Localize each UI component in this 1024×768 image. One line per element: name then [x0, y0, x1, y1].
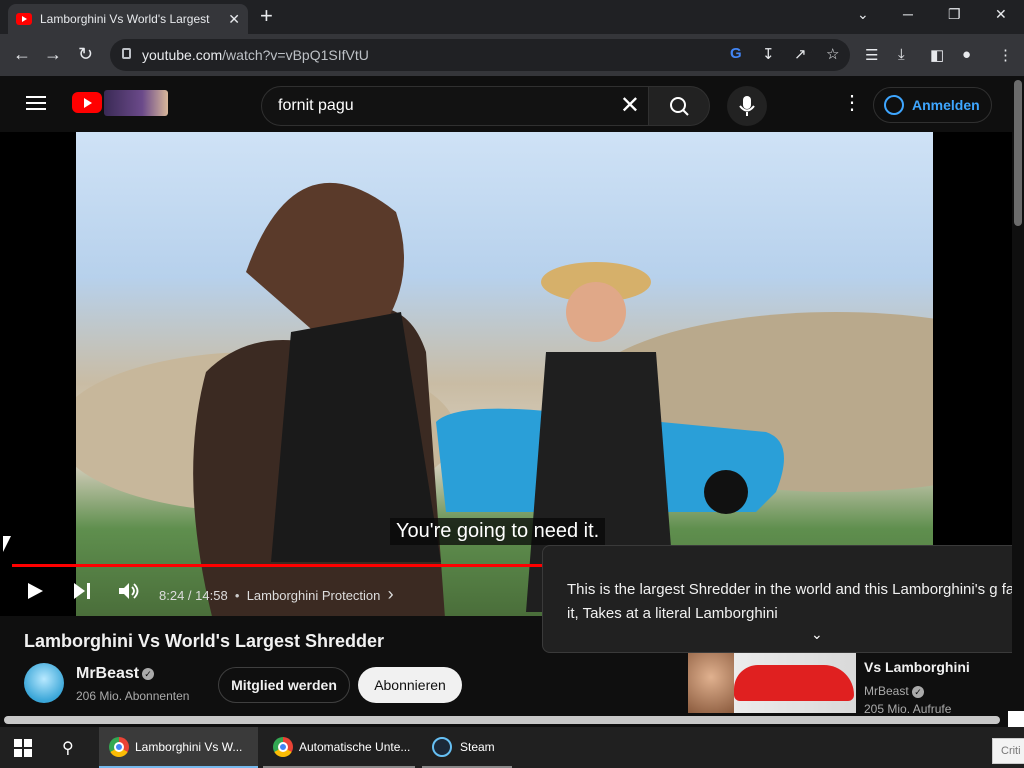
profile-icon[interactable]: ●	[962, 46, 971, 63]
forward-arrow-icon[interactable]: →	[44, 44, 62, 64]
minimize-button[interactable]: ─	[903, 6, 913, 22]
account-icon	[884, 95, 904, 115]
search-input[interactable]: fornit pagu	[278, 97, 354, 115]
windows-taskbar: ⚲ Lamborghini Vs W... Automatische Unte.…	[0, 727, 1024, 768]
mouse-cursor-icon	[3, 536, 11, 552]
chrome-icon	[273, 736, 293, 757]
chapter-chevron-icon[interactable]: ›	[388, 584, 394, 604]
close-window-button[interactable]: ✕	[995, 6, 1007, 23]
taskbar-item-label: Steam	[460, 739, 495, 754]
windows-start-icon[interactable]	[14, 739, 32, 757]
play-button[interactable]	[26, 582, 44, 605]
hamburger-menu-icon[interactable]	[26, 96, 46, 110]
google-lens-icon[interactable]: G	[730, 45, 742, 62]
more-options-icon[interactable]: ⋮	[842, 92, 862, 114]
sign-in-label: Anmelden	[912, 97, 980, 113]
video-title: Lamborghini Vs World's Largest Shredder	[24, 631, 385, 651]
back-arrow-icon[interactable]: ←	[13, 44, 31, 64]
taskbar-item-label: Automatische Unte...	[299, 739, 411, 754]
subscriber-count: 206 Mio. Abonnenten	[76, 689, 190, 703]
expand-chevron-icon[interactable]: ⌄	[811, 626, 823, 643]
tab-close-icon[interactable]: ✕	[228, 11, 240, 28]
volume-button[interactable]	[118, 582, 140, 605]
restore-button[interactable]: ❐	[948, 6, 961, 23]
youtube-header: fornit pagu ✕ ⋮ Anmelden	[0, 76, 1012, 132]
chrome-menu-icon[interactable]: ⋮	[998, 46, 1013, 64]
tab-title: Lamborghini Vs World's Largest	[40, 12, 210, 26]
time-display: 8:24 / 14:58 • Lamborghini Protection ›	[159, 584, 394, 604]
new-tab-button[interactable]: +	[260, 5, 273, 27]
recommended-title[interactable]: Vs Lamborghini	[864, 659, 970, 675]
chrome-icon	[109, 736, 129, 757]
lock-icon[interactable]	[122, 48, 131, 59]
side-panel-icon[interactable]: ◧	[930, 46, 944, 64]
next-button[interactable]	[72, 582, 92, 605]
browser-tab[interactable]: Lamborghini Vs World's Largest ✕	[8, 4, 248, 34]
scrollbar-corner	[1008, 711, 1024, 727]
taskbar-search-icon[interactable]: ⚲	[62, 738, 74, 758]
browser-toolbar: ← → ↻ youtube.com/watch?v=vBpQ1SIfVtU G …	[0, 34, 1024, 76]
microphone-icon	[739, 96, 755, 116]
install-app-icon[interactable]: ↧	[762, 45, 775, 63]
taskbar-item-label: Lamborghini Vs W...	[135, 739, 243, 754]
description-popup[interactable]: This is the largest Shredder in the worl…	[542, 545, 1024, 653]
taskbar-item-steam[interactable]: Steam	[422, 727, 512, 768]
vertical-scrollbar[interactable]	[1012, 76, 1024, 713]
search-icon	[670, 97, 689, 116]
video-player[interactable]: You're going to need it. 8:24 / 14:58 • …	[0, 132, 1012, 616]
play-icon	[28, 583, 43, 599]
taskbar-item-chrome-youtube[interactable]: Lamborghini Vs W...	[99, 727, 258, 768]
next-icon	[74, 583, 90, 599]
screen: Lamborghini Vs World's Largest ✕ + ⌄ ─ ❐…	[0, 0, 1024, 768]
taskbar-search-field[interactable]: Criti	[992, 738, 1024, 764]
thumbnail-car-image	[734, 665, 854, 701]
search-button[interactable]	[648, 86, 710, 126]
youtube-doodle-image[interactable]	[104, 90, 168, 116]
sign-in-button[interactable]: Anmelden	[873, 87, 992, 123]
channel-name[interactable]: MrBeast	[76, 665, 139, 683]
clear-search-icon[interactable]: ✕	[620, 92, 640, 120]
verified-icon: ✓	[912, 686, 925, 698]
join-button[interactable]: Mitglied werden	[218, 667, 350, 703]
recommended-thumbnail[interactable]	[688, 653, 856, 713]
subscribe-button[interactable]: Abonnieren	[358, 667, 462, 703]
taskbar-item-chrome-auto[interactable]: Automatische Unte...	[263, 727, 415, 768]
voice-search-button[interactable]	[727, 86, 767, 126]
tab-search-icon[interactable]: ⌄	[857, 6, 869, 23]
verified-icon: ✓	[142, 668, 154, 680]
video-caption: You're going to need it.	[390, 518, 606, 545]
vertical-scrollbar-thumb[interactable]	[1014, 80, 1022, 226]
recommended-channel[interactable]: MrBeast ✓	[864, 684, 925, 698]
youtube-logo-icon[interactable]	[72, 92, 102, 113]
chapter-title[interactable]: Lamborghini Protection	[247, 588, 381, 603]
channel-avatar[interactable]	[24, 663, 64, 703]
download-icon[interactable]: ⤓	[898, 46, 905, 63]
bookmark-star-icon[interactable]: ☆	[826, 45, 839, 63]
thumbnail-face-image	[688, 653, 734, 713]
reload-icon[interactable]: ↻	[78, 44, 93, 64]
progress-bar-played	[12, 564, 574, 567]
description-text: This is the largest Shredder in the worl…	[567, 581, 1024, 622]
horizontal-scrollbar-thumb[interactable]	[4, 716, 1000, 724]
media-controls-icon[interactable]: ☰	[865, 46, 878, 64]
horizontal-scrollbar[interactable]	[0, 713, 1012, 727]
youtube-favicon-icon	[16, 13, 32, 25]
url-text[interactable]: youtube.com/watch?v=vBpQ1SIfVtU	[142, 47, 369, 63]
tab-strip: Lamborghini Vs World's Largest ✕ + ⌄ ─ ❐…	[0, 0, 1024, 34]
address-bar[interactable]: youtube.com/watch?v=vBpQ1SIfVtU G ↧ ↗ ☆	[110, 39, 850, 71]
share-icon[interactable]: ↗	[794, 45, 807, 63]
steam-icon	[432, 736, 452, 757]
volume-icon	[119, 583, 139, 599]
search-box[interactable]: fornit pagu ✕	[261, 86, 649, 126]
